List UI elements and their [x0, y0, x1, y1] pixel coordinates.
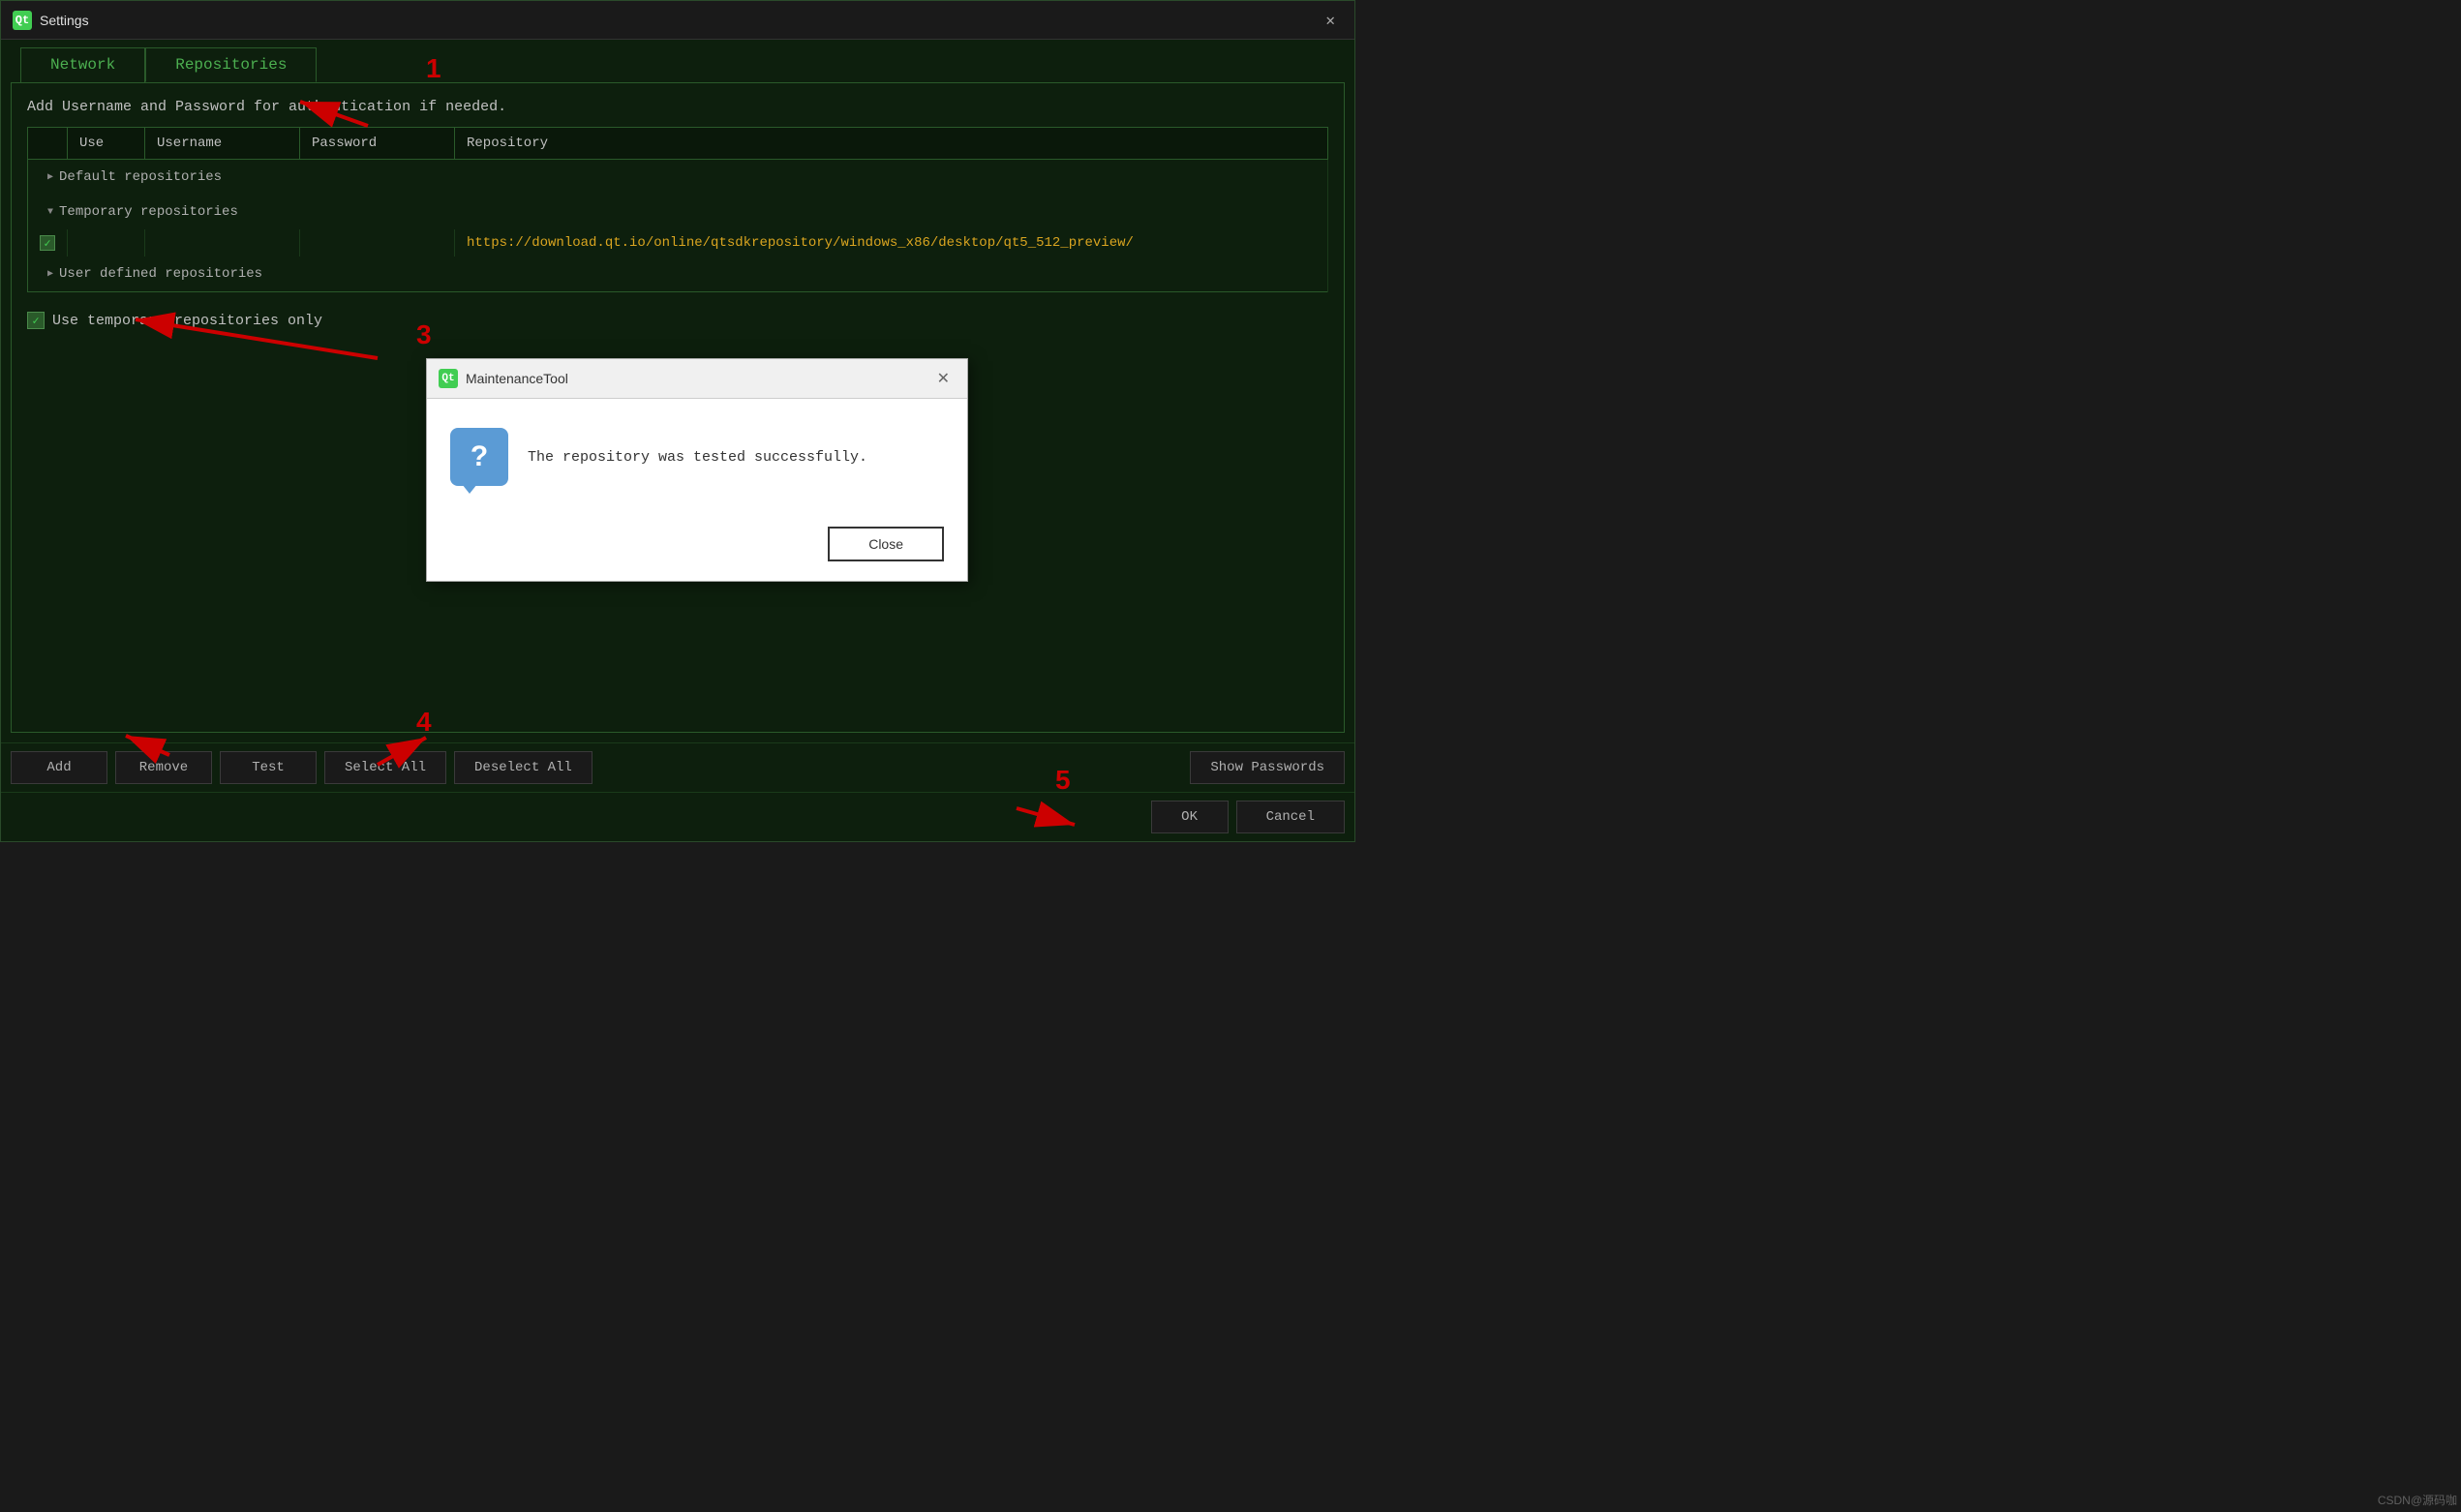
table-row: ▶ User defined repositories: [28, 257, 1328, 292]
modal-dialog: Qt MaintenanceTool ✕ ? The repository wa…: [426, 358, 968, 582]
repo-use: [68, 229, 145, 257]
repository-table: Use Username Password Repository ▶ Defau…: [27, 127, 1328, 292]
temporary-repos-label: Temporary repositories: [59, 204, 238, 220]
col-repository: Repository: [455, 128, 1328, 160]
ok-button[interactable]: OK: [1151, 801, 1229, 833]
modal-close-action-button[interactable]: Close: [828, 527, 944, 561]
title-bar: Qt Settings ✕: [1, 1, 1354, 40]
temporary-repos-header[interactable]: ▼ Temporary repositories: [40, 200, 1316, 224]
modal-footer: Close: [427, 515, 967, 581]
tab-network[interactable]: Network: [20, 47, 145, 82]
repo-checkbox[interactable]: ✓: [40, 235, 55, 251]
use-temporary-label: Use temporary repositories only: [52, 313, 322, 329]
user-defined-repos-label: User defined repositories: [59, 266, 262, 282]
col-use: Use: [68, 128, 145, 160]
window-title: Settings: [40, 13, 1318, 28]
cancel-button[interactable]: Cancel: [1236, 801, 1345, 833]
modal-title: MaintenanceTool: [466, 371, 924, 386]
modal-close-button[interactable]: ✕: [931, 367, 956, 390]
repo-username: [145, 229, 300, 257]
repo-url: https://download.qt.io/online/qtsdkrepos…: [467, 235, 1134, 251]
deselect-all-button[interactable]: Deselect All: [454, 751, 592, 784]
col-password: Password: [300, 128, 455, 160]
window-close-button[interactable]: ✕: [1318, 7, 1343, 34]
table-row: ▶ Default repositories: [28, 160, 1328, 196]
expand-arrow: ▼: [47, 207, 53, 218]
col-username: Username: [145, 128, 300, 160]
watermark: CSDN@源码咖: [2378, 1492, 2457, 1508]
description-text: Add Username and Password for authentica…: [27, 99, 1328, 115]
collapse-arrow-2: ▶: [47, 268, 53, 280]
qt-icon: Qt: [13, 11, 32, 30]
default-repos-header[interactable]: ▶ Default repositories: [40, 166, 1316, 189]
repo-password: [300, 229, 455, 257]
tab-repositories[interactable]: Repositories: [145, 47, 317, 82]
use-temporary-section: ✓ Use temporary repositories only: [27, 304, 1328, 337]
table-row: ✓ https://download.qt.io/online/qtsdkrep…: [28, 229, 1328, 257]
remove-button[interactable]: Remove: [115, 751, 212, 784]
show-passwords-button[interactable]: Show Passwords: [1190, 751, 1345, 784]
select-all-button[interactable]: Select All: [324, 751, 446, 784]
test-button[interactable]: Test: [220, 751, 317, 784]
add-button[interactable]: Add: [11, 751, 107, 784]
modal-message: The repository was tested successfully.: [528, 447, 867, 468]
collapse-arrow: ▶: [47, 171, 53, 183]
tabs-container: Network Repositories: [1, 40, 1354, 82]
modal-qt-icon: Qt: [439, 369, 458, 388]
table-row: ▼ Temporary repositories: [28, 195, 1328, 229]
modal-titlebar: Qt MaintenanceTool ✕: [427, 359, 967, 399]
action-buttons-row: Add Remove Test Select All Deselect All …: [1, 742, 1354, 792]
modal-body: ? The repository was tested successfully…: [427, 399, 967, 515]
question-icon: ?: [450, 428, 508, 486]
default-repos-label: Default repositories: [59, 169, 222, 185]
ok-cancel-row: OK Cancel: [1, 792, 1354, 841]
user-defined-repos-header[interactable]: ▶ User defined repositories: [40, 262, 1316, 286]
use-temporary-checkbox[interactable]: ✓: [27, 312, 45, 329]
col-checkbox: [28, 128, 68, 160]
